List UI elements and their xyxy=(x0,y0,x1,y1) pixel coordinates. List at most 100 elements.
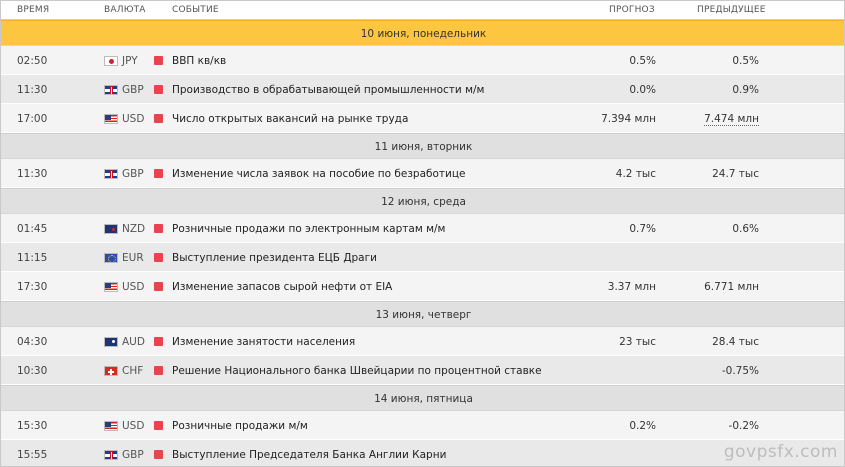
event-name[interactable]: Изменение числа заявок на пособие по без… xyxy=(172,168,465,180)
event-time: 17:30 xyxy=(17,281,48,293)
event-name[interactable]: Выступление президента ЕЦБ Драги xyxy=(172,252,377,264)
event-name[interactable]: ВВП кв/кв xyxy=(172,55,226,67)
day-header-row: 13 июня, четверг xyxy=(1,301,844,327)
event-currency: NZD xyxy=(122,223,146,235)
event-currency: JPY xyxy=(122,55,138,67)
importance-icon xyxy=(154,253,163,262)
event-time: 17:00 xyxy=(17,113,48,125)
eu-flag-icon xyxy=(104,253,118,263)
event-forecast: 0.5% xyxy=(629,55,656,67)
event-forecast: 3.37 млн xyxy=(607,281,656,293)
event-time: 15:30 xyxy=(17,420,48,432)
event-previous: 0.5% xyxy=(657,55,759,67)
event-row[interactable]: 15:55 GBP Выступление Председателя Банка А… xyxy=(1,440,844,466)
us-flag-icon xyxy=(104,282,118,292)
event-time: 11:30 xyxy=(17,168,48,180)
event-name[interactable]: Производство в обрабатывающей промышленн… xyxy=(172,84,484,96)
importance-icon xyxy=(154,224,163,233)
importance-icon xyxy=(154,366,163,375)
day-label: 13 июня, четверг xyxy=(375,309,472,321)
event-time: 02:50 xyxy=(17,55,48,67)
event-row[interactable]: 02:50 JPY ВВП кв/кв 0.5% 0.5% xyxy=(1,46,844,75)
ch-flag-icon xyxy=(104,366,118,376)
importance-icon xyxy=(154,114,163,123)
event-currency: GBP xyxy=(122,84,144,96)
event-previous-value: 0.9% xyxy=(732,84,759,96)
event-previous: 0.6% xyxy=(657,223,759,235)
header-currency: ВАЛЮТА xyxy=(104,5,146,15)
watermark: govpsfx.com xyxy=(723,442,838,462)
importance-icon xyxy=(154,56,163,65)
event-forecast: 0.7% xyxy=(629,223,656,235)
table-header: ВРЕМЯ ВАЛЮТА СОБЫТИЕ ПРОГНОЗ ПРЕДЫДУЩЕЕ xyxy=(1,1,844,20)
event-row[interactable]: 17:00 USD Число открытых вакансий на рынке… xyxy=(1,104,844,133)
event-currency: USD xyxy=(122,113,145,125)
event-currency: GBP xyxy=(122,168,144,180)
event-name[interactable]: Изменение занятости населения xyxy=(172,336,355,348)
day-label: 10 июня, понедельник xyxy=(360,28,487,40)
day-label: 11 июня, вторник xyxy=(374,141,473,153)
nz-flag-icon xyxy=(104,224,118,234)
importance-icon xyxy=(154,450,163,459)
event-name[interactable]: Выступление Председателя Банка Англии Ка… xyxy=(172,449,446,461)
event-currency: GBP xyxy=(122,449,144,461)
event-row[interactable]: 11:30 GBP Производство в обрабатывающей пр… xyxy=(1,75,844,104)
event-previous-value: 24.7 тыс xyxy=(712,168,759,180)
day-label: 14 июня, пятница xyxy=(374,393,473,405)
event-row[interactable]: 11:15 EUR Выступление президента ЕЦБ Драги xyxy=(1,243,844,272)
event-forecast: 0.0% xyxy=(629,84,656,96)
event-time: 04:30 xyxy=(17,336,48,348)
importance-icon xyxy=(154,169,163,178)
event-currency: EUR xyxy=(122,252,144,264)
event-currency: USD xyxy=(122,420,145,432)
event-time: 01:45 xyxy=(17,223,48,235)
event-row[interactable]: 17:30 USD Изменение запасов сырой нефти от… xyxy=(1,272,844,301)
gb-flag-icon xyxy=(104,85,118,95)
event-currency: USD xyxy=(122,281,145,293)
us-flag-icon xyxy=(104,114,118,124)
event-row[interactable]: 04:30 AUD Изменение занятости населения 23 … xyxy=(1,327,844,356)
event-name[interactable]: Изменение запасов сырой нефти от EIA xyxy=(172,281,392,293)
header-forecast: ПРОГНОЗ xyxy=(609,5,655,15)
event-forecast: 0.2% xyxy=(629,420,656,432)
event-name[interactable]: Розничные продажи м/м xyxy=(172,420,308,432)
header-time: ВРЕМЯ xyxy=(17,5,50,15)
event-forecast: 7.394 млн xyxy=(601,113,656,125)
event-previous-value: -0.2% xyxy=(728,420,759,432)
event-time: 11:30 xyxy=(17,84,48,96)
importance-icon xyxy=(154,421,163,430)
us-flag-icon xyxy=(104,421,118,431)
event-row[interactable]: 15:30 USD Розничные продажи м/м 0.2% -0.2% xyxy=(1,411,844,440)
event-previous-value: -0.75% xyxy=(721,365,759,377)
event-previous-value: 6.771 млн xyxy=(704,281,759,293)
event-previous: -0.75% xyxy=(657,365,759,377)
event-previous-value[interactable]: 7.474 млн xyxy=(704,113,759,126)
event-time: 10:30 xyxy=(17,365,48,377)
event-previous: 6.771 млн xyxy=(657,281,759,293)
event-previous[interactable]: 7.474 млн xyxy=(657,113,759,126)
event-previous-value: 0.5% xyxy=(732,55,759,67)
event-previous: 28.4 тыс xyxy=(657,336,759,348)
event-row[interactable]: 10:30 CHF Решение Национального банка Швей… xyxy=(1,356,844,385)
header-event: СОБЫТИЕ xyxy=(172,5,219,15)
event-previous: 0.9% xyxy=(657,84,759,96)
event-name[interactable]: Розничные продажи по электронным картам … xyxy=(172,223,445,235)
event-name[interactable]: Число открытых вакансий на рынке труда xyxy=(172,113,408,125)
header-previous: ПРЕДЫДУЩЕЕ xyxy=(697,5,766,15)
event-row[interactable]: 01:45 NZD Розничные продажи по электронным… xyxy=(1,214,844,243)
event-time: 15:55 xyxy=(17,449,48,461)
day-header-row: 14 июня, пятница xyxy=(1,385,844,411)
economic-calendar: ВРЕМЯ ВАЛЮТА СОБЫТИЕ ПРОГНОЗ ПРЕДЫДУЩЕЕ … xyxy=(0,0,845,467)
event-previous: 24.7 тыс xyxy=(657,168,759,180)
event-row[interactable]: 11:30 GBP Изменение числа заявок на пособи… xyxy=(1,159,844,188)
au-flag-icon xyxy=(104,337,118,347)
day-header-row: 12 июня, среда xyxy=(1,188,844,214)
day-header-row: 10 июня, понедельник xyxy=(1,20,844,46)
event-name[interactable]: Решение Национального банка Швейцарии по… xyxy=(172,365,542,377)
importance-icon xyxy=(154,85,163,94)
event-previous-value: 28.4 тыс xyxy=(712,336,759,348)
importance-icon xyxy=(154,337,163,346)
importance-icon xyxy=(154,282,163,291)
event-forecast: 4.2 тыс xyxy=(615,168,656,180)
event-previous: -0.2% xyxy=(657,420,759,432)
